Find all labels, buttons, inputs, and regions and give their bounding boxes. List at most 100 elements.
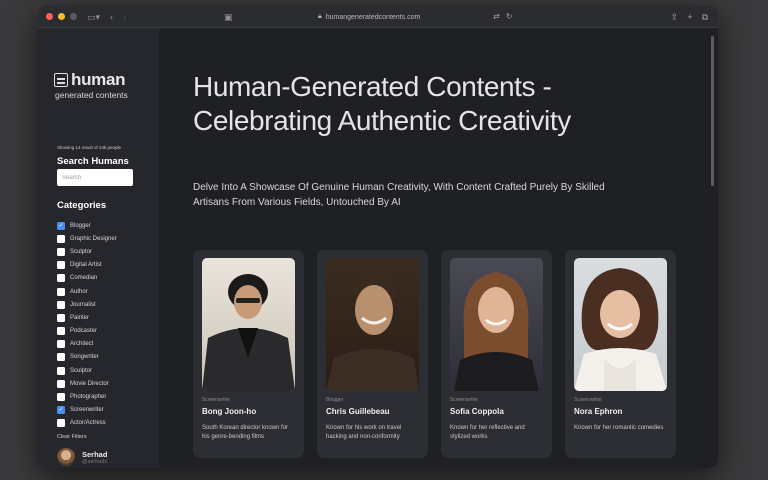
sidebar-toggle-icon[interactable]: ▭▾ bbox=[87, 6, 100, 28]
checkbox[interactable] bbox=[57, 234, 65, 243]
category-label: Screenwriter bbox=[70, 407, 104, 414]
forward-icon[interactable]: › bbox=[123, 6, 126, 28]
person-description: South Korean director known for his genr… bbox=[202, 425, 289, 440]
category-list: ✓ Blogger Graphic Designer Sculptor Digit… bbox=[57, 219, 117, 430]
sidebar: human generated contents Showing 14 resu… bbox=[38, 28, 159, 468]
category-item[interactable]: ✓ Blogger bbox=[57, 219, 117, 232]
person-role: Screenwriter bbox=[450, 397, 479, 403]
person-photo bbox=[326, 258, 419, 391]
checkbox[interactable] bbox=[57, 353, 65, 362]
category-item[interactable]: Architect bbox=[57, 338, 117, 351]
category-item[interactable]: Graphic Designer bbox=[57, 232, 117, 245]
category-item[interactable]: Journalist bbox=[57, 298, 117, 311]
category-item[interactable]: Actor/Actress bbox=[57, 417, 117, 430]
close-window-button[interactable] bbox=[46, 13, 53, 20]
category-label: Sculptor bbox=[70, 367, 93, 374]
category-item[interactable]: ✓ Screenwriter bbox=[57, 404, 117, 417]
results-count: Showing 14 result of 24k people bbox=[57, 145, 122, 150]
checkbox[interactable] bbox=[57, 300, 65, 309]
categories-heading: Categories bbox=[57, 200, 107, 211]
search-input[interactable] bbox=[57, 169, 133, 186]
category-item[interactable]: Movie Director bbox=[57, 377, 117, 390]
vertical-scrollbar[interactable] bbox=[711, 36, 714, 186]
user-profile[interactable]: Serhad @serhadx bbox=[57, 448, 107, 466]
search-heading: Search Humans bbox=[57, 156, 129, 167]
checkbox[interactable] bbox=[57, 393, 65, 402]
checkbox[interactable] bbox=[57, 379, 65, 388]
person-role: Screenwriter bbox=[574, 397, 603, 403]
category-label: Journalist bbox=[70, 301, 96, 308]
tabs-overview-icon[interactable]: ⧉ bbox=[702, 6, 708, 28]
new-tab-icon[interactable]: + bbox=[687, 6, 692, 28]
checkbox[interactable] bbox=[57, 274, 65, 283]
logo-wordmark: human bbox=[71, 70, 126, 89]
category-item[interactable]: Digital Artist bbox=[57, 259, 117, 272]
checkbox-checked[interactable]: ✓ bbox=[57, 406, 65, 415]
person-card[interactable]: Screenwriter Sofia Coppola Known for her… bbox=[441, 250, 552, 458]
person-name: Nora Ephron bbox=[574, 407, 623, 416]
checkbox[interactable] bbox=[57, 247, 65, 256]
window-controls bbox=[46, 13, 77, 20]
category-item[interactable]: Sculptor bbox=[57, 364, 117, 377]
logo-subtitle: generated contents bbox=[55, 90, 128, 100]
category-item[interactable]: Sculptor bbox=[57, 245, 117, 258]
checkbox[interactable] bbox=[57, 313, 65, 322]
checkbox[interactable] bbox=[57, 419, 65, 428]
logo-mark-icon bbox=[54, 73, 68, 87]
user-name: Serhad bbox=[82, 449, 108, 459]
category-label: Comedian bbox=[70, 275, 98, 282]
people-grid: Screenwriter Bong Joon-ho South Korean d… bbox=[193, 250, 676, 458]
address-bar[interactable]: 🔒︎ humangeneratedcontents.com bbox=[318, 10, 420, 24]
translate-icon[interactable]: ⇄ bbox=[493, 6, 500, 28]
main-content: Human-Generated Contents - Celebrating A… bbox=[159, 28, 718, 468]
checkbox[interactable] bbox=[57, 287, 65, 296]
category-label: Movie Director bbox=[70, 380, 109, 387]
person-description: Known for her reflective and stylized wo… bbox=[450, 425, 525, 440]
share-icon[interactable]: ⇪ bbox=[671, 6, 679, 28]
checkbox[interactable] bbox=[57, 327, 65, 336]
clear-filters-link[interactable]: Clear Filters bbox=[57, 434, 87, 440]
avatar bbox=[57, 448, 75, 466]
category-label: Actor/Actress bbox=[70, 420, 106, 427]
checkbox-checked[interactable]: ✓ bbox=[57, 221, 65, 230]
category-item[interactable]: Author bbox=[57, 285, 117, 298]
page-subtitle: Delve Into A Showcase Of Genuine Human C… bbox=[193, 182, 605, 208]
person-card[interactable]: Blogger Chris Guillebeau Known for his w… bbox=[317, 250, 428, 458]
person-portrait-icon bbox=[574, 268, 667, 391]
category-item[interactable]: Songwriter bbox=[57, 351, 117, 364]
reload-icon[interactable]: ↻ bbox=[506, 6, 513, 28]
checkbox[interactable] bbox=[57, 340, 65, 349]
category-item[interactable]: Podcaster bbox=[57, 325, 117, 338]
url-text: humangeneratedcontents.com bbox=[325, 13, 421, 21]
category-item[interactable]: Comedian bbox=[57, 272, 117, 285]
category-label: Painter bbox=[70, 314, 90, 321]
category-label: Photographer bbox=[70, 394, 107, 401]
category-label: Sculptor bbox=[70, 248, 93, 255]
person-name: Sofia Coppola bbox=[450, 407, 504, 416]
category-label: Graphic Designer bbox=[70, 235, 117, 242]
category-label: Podcaster bbox=[70, 328, 98, 335]
checkbox[interactable] bbox=[57, 366, 65, 375]
person-photo bbox=[202, 258, 295, 391]
category-item[interactable]: Photographer bbox=[57, 390, 117, 403]
person-portrait-icon bbox=[326, 273, 419, 391]
person-card[interactable]: Screenwriter Nora Ephron Known for her r… bbox=[565, 250, 676, 458]
checkbox[interactable] bbox=[57, 261, 65, 270]
person-card[interactable]: Screenwriter Bong Joon-ho South Korean d… bbox=[193, 250, 304, 458]
browser-toolbar: ▭▾ ‹ › ▣ 🔒︎ humangeneratedcontents.com ⇄… bbox=[38, 6, 718, 28]
category-label: Author bbox=[70, 288, 88, 295]
logo[interactable]: human generated contents bbox=[54, 70, 128, 100]
browser-window: ▭▾ ‹ › ▣ 🔒︎ humangeneratedcontents.com ⇄… bbox=[38, 6, 718, 468]
lock-icon: 🔒︎ bbox=[318, 13, 322, 20]
category-label: Digital Artist bbox=[70, 262, 102, 269]
zoom-window-button[interactable] bbox=[70, 13, 77, 20]
back-icon[interactable]: ‹ bbox=[110, 6, 113, 28]
site-favicon-icon: ▣ bbox=[224, 11, 233, 22]
minimize-window-button[interactable] bbox=[58, 13, 65, 20]
category-item[interactable]: Painter bbox=[57, 311, 117, 324]
category-label: Songwriter bbox=[70, 354, 99, 361]
category-label: Architect bbox=[70, 341, 94, 348]
person-portrait-icon bbox=[454, 272, 539, 391]
user-handle: @serhadx bbox=[82, 458, 108, 465]
person-description: Known for his work on travel hacking and… bbox=[326, 425, 402, 440]
